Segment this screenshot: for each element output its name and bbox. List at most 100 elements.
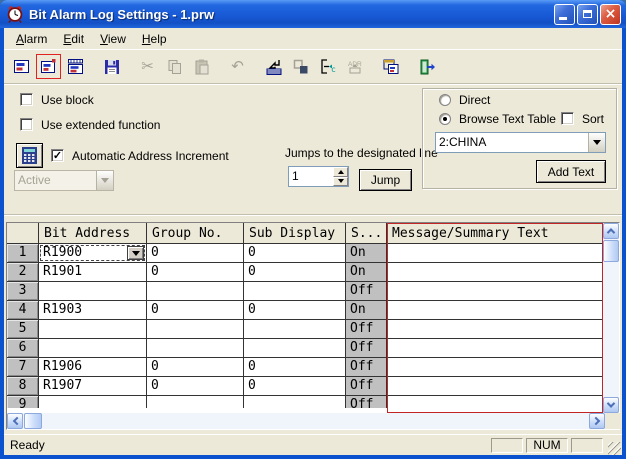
bit-address-cell[interactable] (39, 339, 147, 358)
group-no-cell[interactable]: 0 (147, 263, 244, 282)
sub-display-cell[interactable]: 0 (244, 358, 346, 377)
sort-checkbox[interactable] (561, 112, 574, 125)
message-cell[interactable] (387, 320, 602, 339)
spin-up-button[interactable] (333, 167, 348, 177)
minimize-button[interactable] (554, 4, 575, 25)
add-text-button[interactable]: Add Text (536, 160, 606, 183)
bit-log-form-ruler-button[interactable] (63, 54, 88, 79)
state-cell[interactable]: Off (346, 282, 387, 301)
sub-display-cell[interactable] (244, 339, 346, 358)
row-number-cell[interactable]: 9 (7, 396, 39, 408)
menu-help[interactable]: Help (134, 30, 175, 48)
horizontal-scrollbar[interactable] (7, 413, 605, 429)
message-cell[interactable] (387, 244, 602, 263)
horizontal-scroll-thumb[interactable] (24, 413, 42, 429)
insert-column-button[interactable]: c (315, 54, 340, 79)
exit-button[interactable] (414, 54, 439, 79)
bit-address-cell[interactable] (39, 396, 147, 408)
auto-address-increment-checkbox[interactable]: ✓ (51, 149, 64, 162)
group-no-cell[interactable]: 0 (147, 244, 244, 263)
window-parts-button[interactable] (378, 54, 403, 79)
header-bit-address[interactable]: Bit Address (39, 223, 147, 244)
state-cell[interactable]: Off (346, 339, 387, 358)
bit-address-cell[interactable] (39, 282, 147, 301)
group-no-cell[interactable] (147, 339, 244, 358)
group-no-cell[interactable]: 0 (147, 301, 244, 320)
menu-alarm[interactable]: Alarm (8, 30, 55, 48)
title-bar[interactable]: Bit Alarm Log Settings - 1.prw × (0, 0, 626, 28)
group-no-cell[interactable] (147, 320, 244, 339)
bit-address-cell[interactable]: R1907 (39, 377, 147, 396)
browse-text-table-radio[interactable] (439, 113, 451, 125)
resize-grip[interactable] (608, 442, 621, 455)
vertical-scroll-thumb[interactable] (603, 240, 619, 262)
bit-address-cell[interactable] (39, 320, 147, 339)
keypad-button[interactable] (16, 143, 43, 168)
bit-address-cell[interactable]: R1906 (39, 358, 147, 377)
sub-display-cell[interactable]: 0 (244, 377, 346, 396)
menu-view[interactable]: View (92, 30, 134, 48)
vertical-scrollbar[interactable] (603, 223, 619, 413)
message-cell[interactable] (387, 339, 602, 358)
group-no-cell[interactable]: 0 (147, 358, 244, 377)
direct-radio[interactable] (439, 94, 451, 106)
state-cell[interactable]: Off (346, 396, 387, 408)
state-cell[interactable]: On (346, 301, 387, 320)
group-no-cell[interactable] (147, 282, 244, 301)
row-number-cell[interactable]: 1 (7, 244, 39, 263)
jump-line-spinner[interactable]: 1 (288, 166, 349, 187)
scroll-right-button[interactable] (589, 413, 605, 429)
jump-line-value[interactable]: 1 (289, 167, 333, 186)
state-cell[interactable]: On (346, 263, 387, 282)
message-cell[interactable] (387, 282, 602, 301)
row-number-cell[interactable]: 7 (7, 358, 39, 377)
message-cell[interactable] (387, 396, 602, 408)
close-button[interactable]: × (600, 4, 621, 25)
scroll-down-button[interactable] (603, 397, 619, 413)
message-cell[interactable] (387, 263, 602, 282)
spin-down-button[interactable] (333, 177, 348, 187)
group-no-cell[interactable]: 0 (147, 377, 244, 396)
header-sub-display[interactable]: Sub Display (244, 223, 346, 244)
text-table-dropdown-button[interactable] (588, 133, 605, 152)
message-cell[interactable] (387, 377, 602, 396)
row-number-cell[interactable]: 4 (7, 301, 39, 320)
scroll-left-button[interactable] (7, 413, 23, 429)
save-button[interactable] (99, 54, 124, 79)
group-no-cell[interactable] (147, 396, 244, 408)
header-message[interactable]: Message/Summary Text (387, 223, 602, 244)
insert-row-button[interactable] (261, 54, 286, 79)
state-cell[interactable]: On (346, 244, 387, 263)
bit-address-cell-selected[interactable]: R1900 (39, 244, 147, 263)
sub-display-cell[interactable] (244, 282, 346, 301)
state-cell[interactable]: Off (346, 358, 387, 377)
use-block-checkbox[interactable] (20, 93, 33, 106)
bit-address-dropdown-button[interactable] (127, 246, 144, 260)
sub-display-cell[interactable] (244, 320, 346, 339)
sub-display-cell[interactable]: 0 (244, 244, 346, 263)
sub-display-cell[interactable] (244, 396, 346, 408)
message-cell[interactable] (387, 301, 602, 320)
text-table-select[interactable]: 2:CHINA (435, 132, 606, 153)
state-cell[interactable]: Off (346, 320, 387, 339)
bit-log-form-button[interactable] (9, 54, 34, 79)
bit-address-cell[interactable]: R1903 (39, 301, 147, 320)
scroll-up-button[interactable] (603, 223, 619, 239)
sub-display-cell[interactable]: 0 (244, 301, 346, 320)
state-cell[interactable]: Off (346, 377, 387, 396)
sub-display-cell[interactable]: 0 (244, 263, 346, 282)
bit-log-form-dot-button[interactable] (36, 54, 61, 79)
arrange-parts-button[interactable] (288, 54, 313, 79)
use-extended-function-checkbox[interactable] (20, 118, 33, 131)
row-number-cell[interactable]: 6 (7, 339, 39, 358)
row-number-cell[interactable]: 8 (7, 377, 39, 396)
row-number-cell[interactable]: 2 (7, 263, 39, 282)
jump-button[interactable]: Jump (359, 169, 412, 191)
row-number-cell[interactable]: 5 (7, 320, 39, 339)
bit-address-cell[interactable]: R1901 (39, 263, 147, 282)
maximize-button[interactable] (577, 4, 598, 25)
header-state[interactable]: S... (346, 223, 387, 244)
menu-edit[interactable]: Edit (55, 30, 92, 48)
row-number-cell[interactable]: 3 (7, 282, 39, 301)
message-cell[interactable] (387, 358, 602, 377)
